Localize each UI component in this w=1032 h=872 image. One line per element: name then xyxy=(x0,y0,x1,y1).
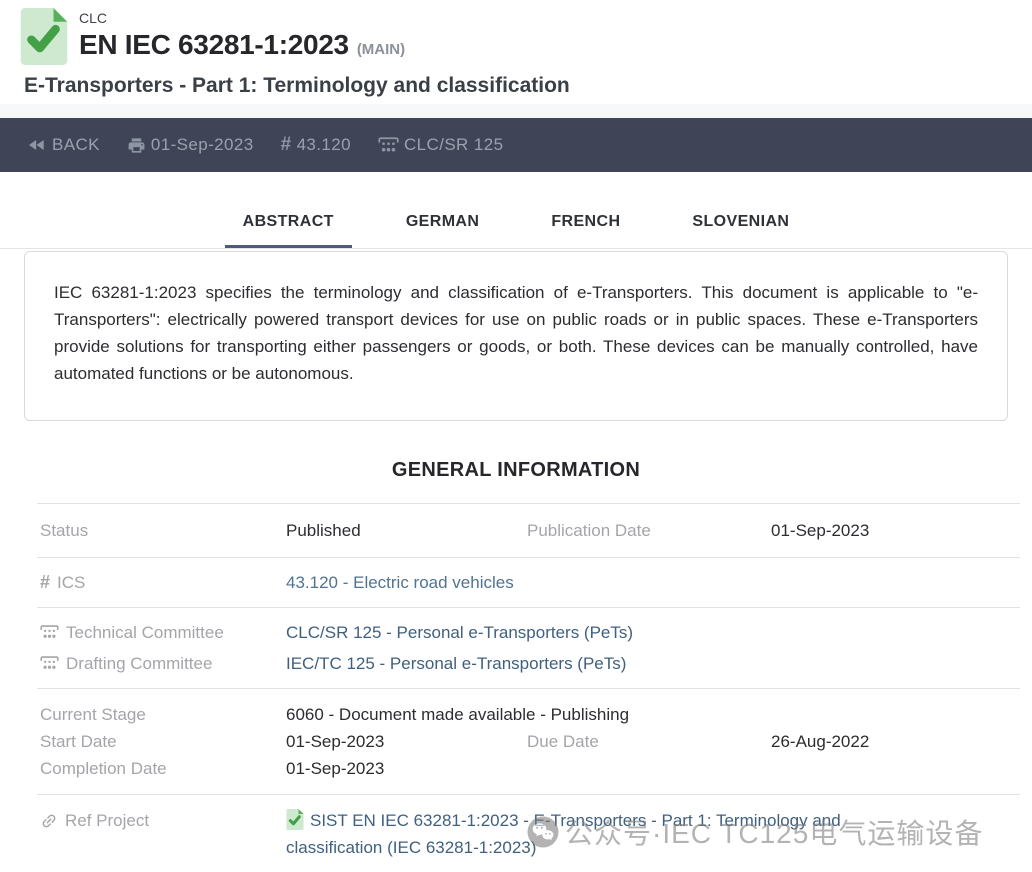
table-row-stage: Current Stage 6060 - Document made avail… xyxy=(37,689,1020,795)
current-stage-value: 6060 - Document made available - Publish… xyxy=(286,701,1020,728)
standard-detail-page: CLC EN IEC 63281-1:2023 (MAIN) E-Transpo… xyxy=(0,0,1032,872)
committee-icon xyxy=(40,656,59,671)
document-check-icon xyxy=(20,8,68,65)
toolbar: BACK 01-Sep-2023 # 43.120 xyxy=(0,118,1032,172)
ics-code-text: 43.120 xyxy=(297,135,351,155)
table-row-committees: Technical Committee CLC/SR 125 - Persona… xyxy=(37,608,1020,689)
abstract-text: IEC 63281-1:2023 specifies the terminolo… xyxy=(54,279,978,387)
ref-project-label: Ref Project xyxy=(65,807,149,834)
ics-value-link[interactable]: 43.120 - Electric road vehicles xyxy=(286,569,1020,596)
tab-german[interactable]: GERMAN xyxy=(388,200,498,248)
print-date-item: 01-Sep-2023 xyxy=(127,135,254,155)
abstract-panel: IEC 63281-1:2023 specifies the terminolo… xyxy=(24,251,1008,421)
tab-slovenian[interactable]: SLOVENIAN xyxy=(674,200,807,248)
general-information-table: Status Published Publication Date 01-Sep… xyxy=(37,503,1020,872)
hash-icon: # xyxy=(40,569,50,596)
hash-icon: # xyxy=(281,134,292,156)
committee-icon xyxy=(378,137,399,154)
due-date-label: Due Date xyxy=(527,728,771,755)
table-row-ics: # ICS 43.120 - Electric road vehicles xyxy=(37,558,1020,608)
status-value: Published xyxy=(286,517,527,544)
table-row-ref-project: Ref Project SIST EN IEC 63281-1:2023 - E… xyxy=(37,795,1020,872)
title-suffix: (MAIN) xyxy=(357,41,405,58)
ref-project-link[interactable]: SIST EN IEC 63281-1:2023 - E-Transporter… xyxy=(286,807,918,861)
page-header: CLC EN IEC 63281-1:2023 (MAIN) E-Transpo… xyxy=(0,0,1032,104)
technical-committee-link[interactable]: CLC/SR 125 - Personal e-Transporters (Pe… xyxy=(286,619,1020,646)
back-button[interactable]: BACK xyxy=(27,135,100,155)
printer-icon xyxy=(127,136,146,155)
start-date-value: 01-Sep-2023 xyxy=(286,728,527,755)
document-check-icon xyxy=(286,809,304,830)
current-stage-label: Current Stage xyxy=(40,701,286,728)
drafting-committee-label: Drafting Committee xyxy=(66,650,212,677)
table-row-status: Status Published Publication Date 01-Sep… xyxy=(37,504,1020,558)
committee-icon xyxy=(40,625,59,640)
page-title: EN IEC 63281-1:2023 xyxy=(79,29,349,61)
technical-committee-label: Technical Committee xyxy=(66,619,224,646)
ref-project-text: SIST EN IEC 63281-1:2023 - E-Transporter… xyxy=(286,811,841,857)
ics-label: ICS xyxy=(57,569,85,596)
start-date-label: Start Date xyxy=(40,728,286,755)
pre-nav-strip xyxy=(0,104,1032,118)
publication-date-text: 01-Sep-2023 xyxy=(151,135,254,155)
link-icon xyxy=(36,808,61,833)
completion-date-label: Completion Date xyxy=(40,755,286,782)
committee-item: CLC/SR 125 xyxy=(378,135,503,155)
ics-item: # 43.120 xyxy=(281,134,351,156)
committee-code-text: CLC/SR 125 xyxy=(404,135,503,155)
rewind-icon xyxy=(27,135,47,155)
publication-date-label: Publication Date xyxy=(527,517,771,544)
language-tabbar: ABSTRACT GERMAN FRENCH SLOVENIAN xyxy=(0,200,1032,249)
status-label: Status xyxy=(40,517,286,544)
back-label: BACK xyxy=(52,135,100,155)
tab-abstract[interactable]: ABSTRACT xyxy=(225,200,352,248)
completion-date-value: 01-Sep-2023 xyxy=(286,755,527,782)
drafting-committee-link[interactable]: IEC/TC 125 - Personal e-Transporters (Pe… xyxy=(286,650,1020,677)
general-information-heading: GENERAL INFORMATION xyxy=(0,459,1032,482)
page-subtitle: E-Transporters - Part 1: Terminology and… xyxy=(24,74,1012,98)
tab-french[interactable]: FRENCH xyxy=(533,200,638,248)
due-date-value: 26-Aug-2022 xyxy=(771,728,1020,755)
organization-label: CLC xyxy=(79,9,405,27)
publication-date-value: 01-Sep-2023 xyxy=(771,517,1020,544)
